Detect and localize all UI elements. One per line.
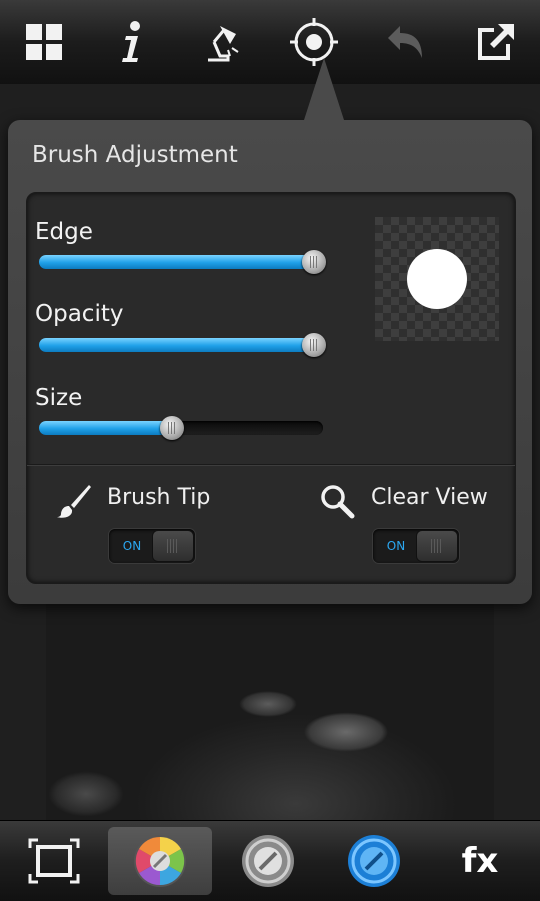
gray-brush-button[interactable] bbox=[216, 827, 320, 895]
opacity-label: Opacity bbox=[35, 301, 124, 327]
info-icon bbox=[122, 21, 140, 62]
panel-divider bbox=[27, 465, 515, 466]
lamp-button[interactable] bbox=[190, 12, 250, 72]
crop-button[interactable] bbox=[2, 827, 106, 895]
brush-tip-label: Brush Tip bbox=[107, 485, 211, 510]
brush-adjustment-popup: Brush Adjustment Edge Opacity Size Brush… bbox=[8, 58, 532, 604]
bottom-toolbar: fx bbox=[0, 820, 540, 901]
undo-icon bbox=[388, 26, 422, 58]
blue-brush-button[interactable] bbox=[322, 827, 426, 895]
fx-button[interactable]: fx bbox=[428, 827, 532, 895]
brush-tip-toggle[interactable]: ON bbox=[109, 529, 195, 563]
opacity-slider-thumb[interactable] bbox=[302, 333, 327, 357]
edge-label: Edge bbox=[35, 219, 93, 245]
clear-view-label: Clear View bbox=[371, 485, 488, 510]
brush-tip-toggle-knob bbox=[153, 531, 193, 561]
undo-button[interactable] bbox=[376, 12, 436, 72]
brush-tip-toggle-state: ON bbox=[122, 539, 142, 553]
popup-title: Brush Adjustment bbox=[32, 142, 238, 168]
info-button[interactable] bbox=[100, 12, 160, 72]
popup-pointer bbox=[304, 58, 344, 120]
color-wheel-icon bbox=[134, 835, 186, 887]
magnifier-icon bbox=[321, 485, 355, 519]
fx-icon: fx bbox=[461, 841, 499, 881]
brush-preview bbox=[375, 217, 499, 341]
size-slider-thumb[interactable] bbox=[160, 416, 185, 440]
lamp-icon bbox=[208, 26, 239, 62]
crop-icon bbox=[28, 838, 80, 884]
grid-icon bbox=[26, 24, 62, 60]
top-toolbar bbox=[0, 0, 540, 85]
color-adjust-button[interactable] bbox=[108, 827, 212, 895]
gray-brush-icon bbox=[242, 835, 294, 887]
size-slider[interactable] bbox=[39, 416, 323, 440]
clear-view-toggle-knob bbox=[417, 531, 457, 561]
clear-view-toggle-state: ON bbox=[386, 539, 406, 553]
opacity-slider[interactable] bbox=[39, 333, 327, 357]
brush-settings-panel: Edge Opacity Size Brush Tip ON Clear Vie… bbox=[26, 192, 516, 584]
export-button[interactable] bbox=[466, 12, 526, 72]
grid-button[interactable] bbox=[14, 12, 74, 72]
blue-brush-icon bbox=[348, 835, 400, 887]
clear-view-toggle[interactable]: ON bbox=[373, 529, 459, 563]
paintbrush-icon bbox=[57, 485, 91, 518]
brush-preview-dot bbox=[407, 249, 467, 309]
size-label: Size bbox=[35, 385, 83, 411]
size-slider-fill bbox=[39, 421, 173, 435]
edge-slider-fill bbox=[39, 255, 315, 269]
export-icon bbox=[478, 24, 514, 60]
edge-slider[interactable] bbox=[39, 250, 327, 274]
edge-slider-thumb[interactable] bbox=[302, 250, 327, 274]
opacity-slider-fill bbox=[39, 338, 315, 352]
